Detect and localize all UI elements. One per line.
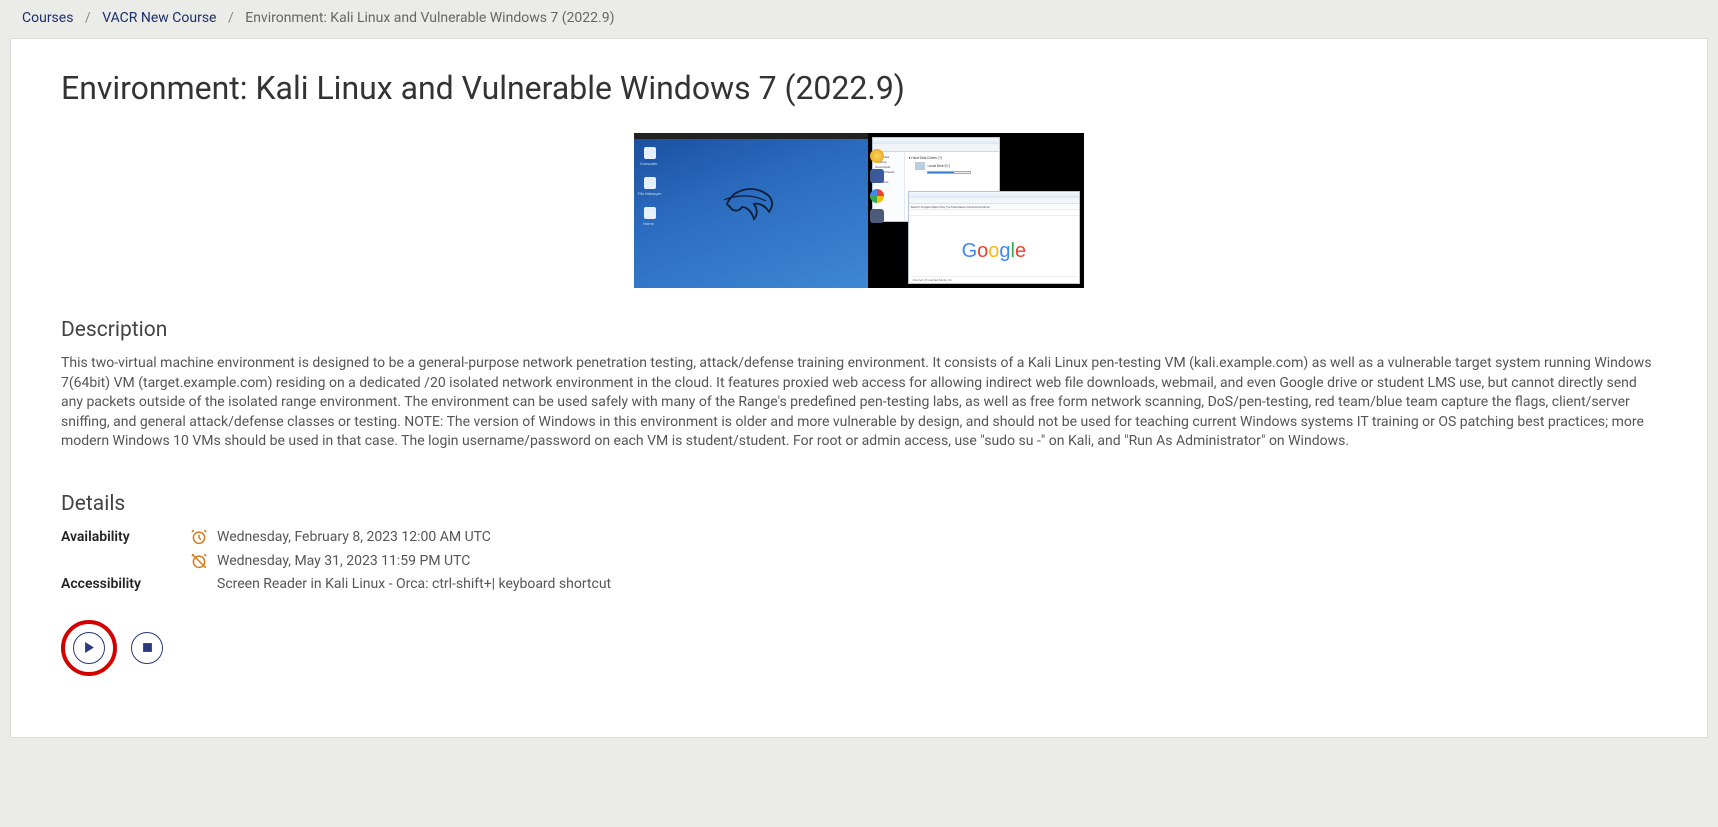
- alarm-off-icon: [185, 552, 213, 570]
- alarm-on-icon: [185, 528, 213, 546]
- description-body: This two-virtual machine environment is …: [61, 354, 1657, 452]
- availability-end: Wednesday, May 31, 2023 11:59 PM UTC: [217, 553, 1657, 569]
- availability-label: Availability: [61, 529, 181, 545]
- windows-screenshot: ▸ Favorites Desktop Downloads Recent Pla…: [868, 133, 1084, 288]
- kali-screenshot: Computer File Manager Home: [634, 133, 868, 288]
- google-logo: Google: [962, 240, 1027, 263]
- availability-start: Wednesday, February 8, 2023 12:00 AM UTC: [217, 529, 1657, 545]
- page-title: Environment: Kali Linux and Vulnerable W…: [61, 69, 1657, 107]
- accessibility-label: Accessibility: [61, 576, 181, 592]
- kali-logo-icon: [721, 171, 781, 231]
- description-heading: Description: [61, 318, 1657, 342]
- breadcrumb-courses[interactable]: Courses: [22, 10, 73, 26]
- details-grid: Availability Wednesday, February 8, 2023…: [61, 528, 1657, 592]
- environment-controls: [61, 620, 1657, 676]
- breadcrumb-parent[interactable]: VACR New Course: [102, 10, 216, 26]
- stop-icon: [142, 642, 153, 653]
- play-icon: [84, 642, 95, 653]
- breadcrumb-separator: /: [228, 10, 234, 26]
- play-button[interactable]: [73, 632, 105, 664]
- details-heading: Details: [61, 492, 1657, 516]
- stop-button[interactable]: [131, 632, 163, 664]
- play-button-highlight: [61, 620, 117, 676]
- breadcrumb-current: Environment: Kali Linux and Vulnerable W…: [245, 10, 614, 26]
- environment-thumbnail: Computer File Manager Home ▸ Favorites D…: [61, 133, 1657, 288]
- accessibility-value: Screen Reader in Kali Linux - Orca: ctrl…: [217, 576, 1657, 592]
- breadcrumb: Courses / VACR New Course / Environment:…: [0, 0, 1718, 38]
- breadcrumb-separator: /: [85, 10, 91, 26]
- content-card: Environment: Kali Linux and Vulnerable W…: [10, 38, 1708, 738]
